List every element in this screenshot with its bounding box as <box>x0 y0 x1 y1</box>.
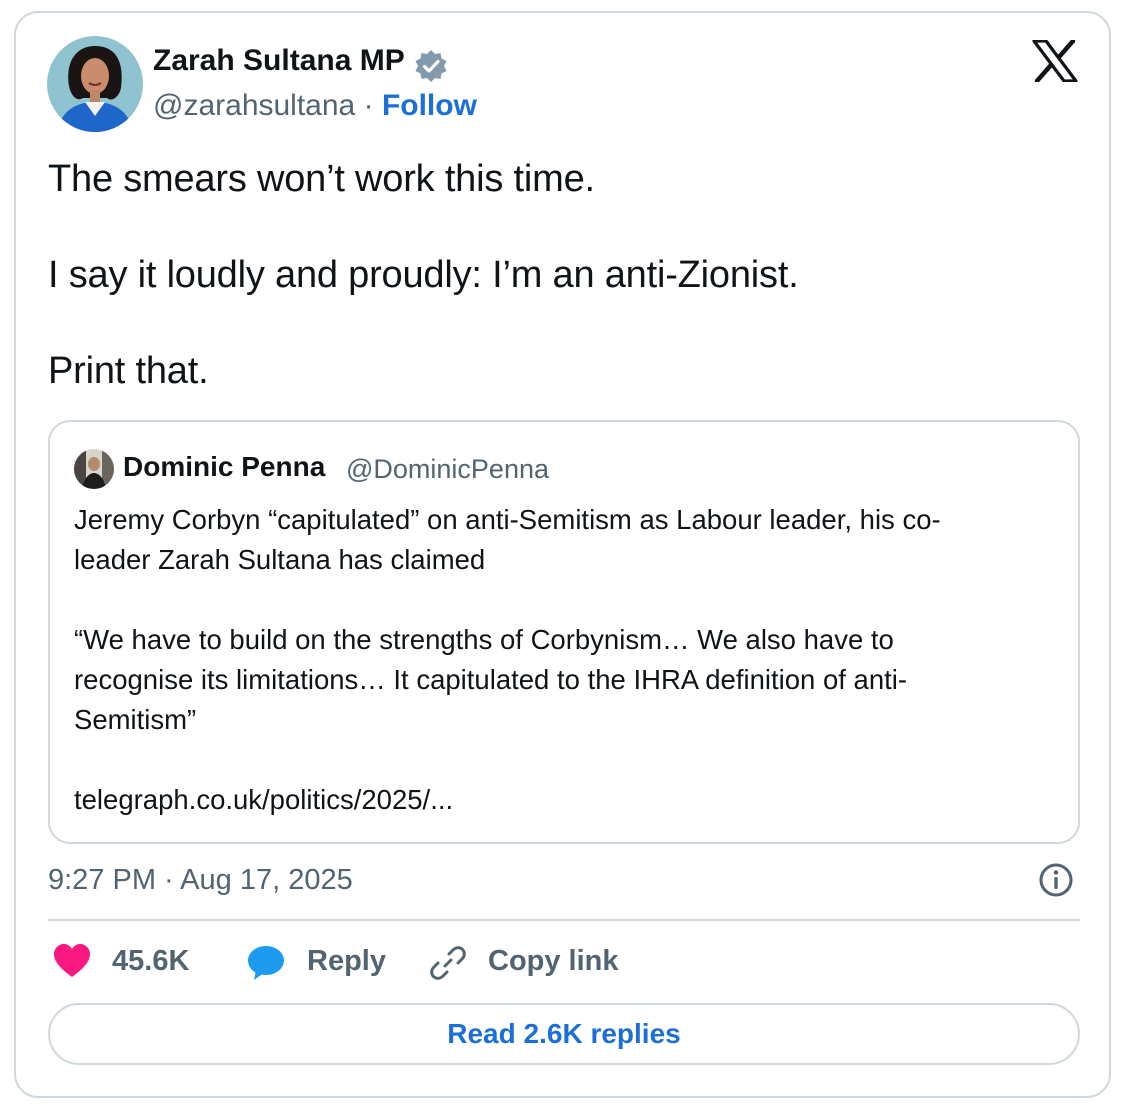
author-handle-line: @zarahsultana · Follow <box>153 89 477 123</box>
heart-icon[interactable] <box>52 942 92 982</box>
like-count[interactable]: 45.6K <box>112 945 189 978</box>
quoted-text-line: “We have to build on the strengths of Co… <box>74 624 894 655</box>
handle-separator: · <box>363 89 374 122</box>
divider <box>48 919 1080 921</box>
tweet-text-line: Print that. <box>48 350 209 392</box>
quoted-text-line: leader Zarah Sultana has claimed <box>74 544 486 575</box>
copy-link-button[interactable]: Copy link <box>488 945 619 978</box>
author-name[interactable]: Zarah Sultana MP <box>153 44 405 78</box>
quoted-author-avatar[interactable] <box>74 449 114 489</box>
link-icon[interactable] <box>428 943 468 983</box>
quoted-author-name[interactable]: Dominic Penna <box>123 451 325 483</box>
speech-bubble-icon[interactable] <box>246 943 286 983</box>
verified-badge-icon <box>414 49 448 83</box>
quoted-text-line: recognise its limitations… It capitulate… <box>74 664 908 695</box>
quoted-text-line: Jeremy Corbyn “capitulated” on anti-Semi… <box>74 504 941 535</box>
quoted-link[interactable]: telegraph.co.uk/politics/2025/... <box>74 784 453 816</box>
quoted-author-handle[interactable]: @DominicPenna <box>346 454 549 485</box>
author-avatar[interactable] <box>47 36 143 132</box>
reply-button[interactable]: Reply <box>307 945 386 978</box>
author-handle[interactable]: @zarahsultana <box>153 89 355 122</box>
follow-link[interactable]: Follow <box>382 89 477 122</box>
tweet-text-line: I say it loudly and proudly: I’m an anti… <box>48 254 799 296</box>
read-replies-button[interactable]: Read 2.6K replies <box>48 1003 1080 1065</box>
x-logo-icon[interactable] <box>1032 38 1078 84</box>
tweet-text-line: The smears won’t work this time. <box>48 158 595 200</box>
tweet-timestamp[interactable]: 9:27 PM · Aug 17, 2025 <box>48 864 353 897</box>
info-icon[interactable] <box>1038 862 1074 898</box>
quoted-text-line: Semitism” <box>74 704 197 735</box>
read-replies-label: Read 2.6K replies <box>447 1018 681 1049</box>
